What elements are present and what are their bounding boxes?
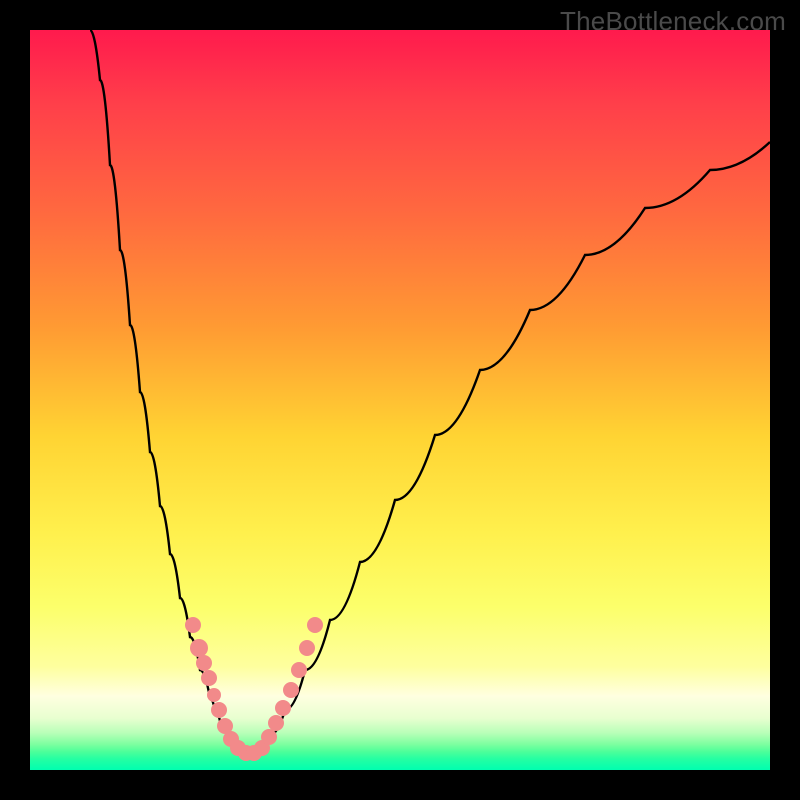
highlight-dot [196,655,212,671]
highlight-dot [261,729,277,745]
highlight-dot [291,662,307,678]
left-curve [90,30,240,750]
highlight-dot [190,639,208,657]
right-curve [260,142,770,750]
highlight-dot [211,702,227,718]
highlight-dot [207,688,221,702]
highlight-dot [185,617,201,633]
highlight-dot [268,715,284,731]
highlight-dot [299,640,315,656]
highlight-dots [185,617,323,761]
highlight-dot [307,617,323,633]
chart-area [30,30,770,770]
curve-svg [30,30,770,770]
highlight-dot [201,670,217,686]
highlight-dot [283,682,299,698]
highlight-dot [275,700,291,716]
